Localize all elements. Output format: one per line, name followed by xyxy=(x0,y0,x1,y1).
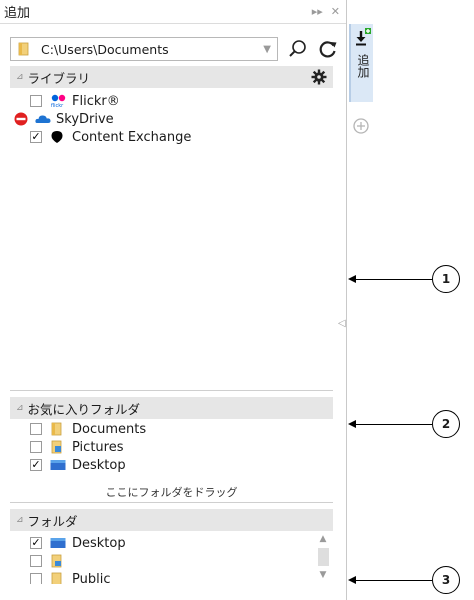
favorites-list: Documents Pictures ✓ Desktop xyxy=(30,420,146,474)
side-tab-strip: 追加 xyxy=(347,0,375,600)
panel-title: 追加 xyxy=(4,6,31,21)
search-icon[interactable] xyxy=(288,39,308,59)
svg-text:flickr: flickr xyxy=(51,103,64,108)
side-tab-label: 追加 xyxy=(356,54,370,78)
section-splitter[interactable] xyxy=(10,390,333,391)
path-bar: C:\Users\Documents ▼ xyxy=(10,36,342,62)
no-entry-icon xyxy=(14,112,28,126)
list-item-label: Public xyxy=(72,571,111,585)
callout-line xyxy=(356,279,432,280)
list-item-label: Desktop xyxy=(72,457,126,473)
folders-header-label: フォルダ xyxy=(27,513,78,529)
checkbox[interactable] xyxy=(30,555,42,567)
pin-button[interactable]: ▸▸ xyxy=(312,5,323,18)
user-folder-icon xyxy=(50,554,68,568)
download-add-icon xyxy=(356,28,371,46)
scroll-down-icon[interactable]: ▼ xyxy=(314,569,332,581)
callout-arrowhead xyxy=(348,420,356,428)
section-splitter[interactable] xyxy=(10,502,333,503)
folders-list: ✓ Desktop Public xyxy=(30,534,126,584)
list-item[interactable]: ✓ Content Exchange xyxy=(30,128,191,146)
close-button[interactable]: ✕ xyxy=(331,5,340,18)
list-item[interactable]: Pictures xyxy=(30,438,146,456)
library-list: flickr Flickr® SkyDrive ✓ Content Exchan… xyxy=(14,92,191,146)
callout-arrowhead xyxy=(348,576,356,584)
pictures-folder-icon xyxy=(50,440,68,454)
callout-line xyxy=(356,424,432,425)
list-item-label: Pictures xyxy=(72,439,124,455)
checkbox[interactable] xyxy=(30,95,42,107)
collapse-triangle-icon[interactable]: ⊿ xyxy=(16,515,24,525)
screenshot-root: 追加 ▸▸ ✕ C:\Users\Documents ▼ ⊿ ライブラリ fli… xyxy=(0,0,474,600)
collapse-left-icon[interactable]: ◁ xyxy=(338,318,346,329)
list-item[interactable]: ✓ Desktop xyxy=(30,456,146,474)
folder-icon xyxy=(18,42,29,56)
favorites-section-header[interactable]: ⊿ お気に入りフォルダ xyxy=(10,397,333,419)
list-item[interactable]: Documents xyxy=(30,420,146,438)
callout-2: 2 xyxy=(432,410,460,438)
documents-folder-icon xyxy=(50,422,68,436)
list-item-label: Content Exchange xyxy=(72,129,192,145)
checkbox[interactable] xyxy=(30,573,42,584)
checkbox[interactable] xyxy=(30,441,42,453)
list-item-label: Flickr® xyxy=(72,93,120,109)
list-item[interactable] xyxy=(30,552,126,570)
collapse-triangle-icon[interactable]: ⊿ xyxy=(16,72,24,82)
path-text: C:\Users\Documents xyxy=(41,41,169,57)
chevron-down-icon[interactable]: ▼ xyxy=(263,44,271,55)
list-item[interactable]: SkyDrive xyxy=(14,110,191,128)
add-circle-icon[interactable] xyxy=(353,118,369,134)
flickr-icon: flickr xyxy=(50,94,68,108)
callout-line xyxy=(356,580,432,581)
content-exchange-icon xyxy=(50,130,68,144)
desktop-folder-icon xyxy=(50,536,68,550)
callout-1: 1 xyxy=(432,265,460,293)
folders-scrollbar[interactable]: ▲ ▼ xyxy=(314,533,332,583)
add-panel: 追加 ▸▸ ✕ C:\Users\Documents ▼ ⊿ ライブラリ fli… xyxy=(0,0,347,600)
add-side-tab[interactable]: 追加 xyxy=(349,24,373,102)
gear-icon[interactable] xyxy=(311,69,327,85)
folders-section-header[interactable]: ⊿ フォルダ xyxy=(10,509,333,531)
checkbox[interactable] xyxy=(30,423,42,435)
panel-titlebar: 追加 ▸▸ ✕ xyxy=(0,0,346,24)
public-folder-icon xyxy=(50,572,68,584)
skydrive-icon xyxy=(34,112,52,126)
library-header-label: ライブラリ xyxy=(27,70,91,86)
checkbox[interactable]: ✓ xyxy=(30,537,42,549)
favorites-header-label: お気に入りフォルダ xyxy=(27,401,141,417)
callout-3: 3 xyxy=(432,566,460,594)
refresh-icon[interactable] xyxy=(318,39,338,59)
library-section-header[interactable]: ⊿ ライブラリ xyxy=(10,66,333,88)
list-item-label: SkyDrive xyxy=(56,111,114,127)
collapse-triangle-icon[interactable]: ⊿ xyxy=(16,403,24,413)
checkbox[interactable]: ✓ xyxy=(30,459,42,471)
list-item[interactable]: flickr Flickr® xyxy=(30,92,191,110)
drop-folder-hint: ここにフォルダをドラッグ xyxy=(105,486,238,499)
desktop-folder-icon xyxy=(50,458,68,472)
list-item[interactable]: ✓ Desktop xyxy=(30,534,126,552)
scroll-up-icon[interactable]: ▲ xyxy=(314,533,332,545)
list-item-label: Desktop xyxy=(72,535,126,551)
list-item[interactable]: Public xyxy=(30,570,126,584)
path-combobox[interactable]: C:\Users\Documents ▼ xyxy=(10,37,278,61)
list-item-label: Documents xyxy=(72,421,147,437)
scroll-thumb[interactable] xyxy=(317,548,329,566)
checkbox[interactable]: ✓ xyxy=(30,131,42,143)
callout-arrowhead xyxy=(348,275,356,283)
